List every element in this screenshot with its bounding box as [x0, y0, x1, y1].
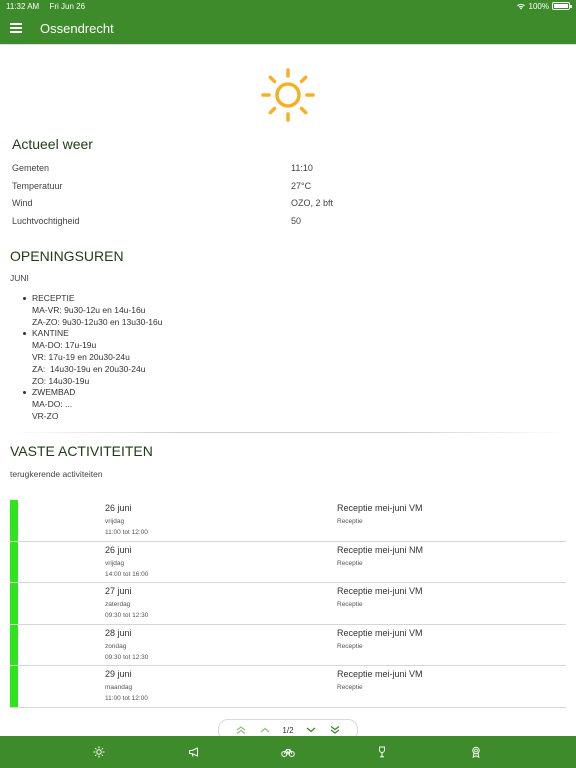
activity-date: 29 juni	[105, 669, 132, 680]
activity-row[interactable]: 26 juni vrijdag 11:00 tot 12:00 Receptie…	[10, 500, 566, 542]
activity-name: Receptie mei-juni VM	[337, 627, 423, 638]
hours-group-name: KANTINE	[32, 328, 69, 339]
activities-title: VASTE ACTIVITEITEN	[10, 443, 153, 459]
weather-row-temperature: Temperatuur 27°C	[12, 181, 564, 197]
hours-group-reception: RECEPTIE MA-VR: 9u30-12u en 14u-16u ZA-Z…	[22, 293, 163, 328]
award-icon	[472, 746, 480, 758]
wine-glass-icon	[379, 746, 385, 758]
activity-day: vrijdag	[105, 518, 125, 525]
activity-day: maandag	[105, 684, 133, 692]
opening-month: JUNI	[10, 273, 29, 283]
activity-date: 26 juni	[105, 503, 132, 513]
activity-category: Receptie	[337, 601, 363, 609]
hours-line: ZA-ZO: 9u30-12u30 en 13u30-16u	[32, 316, 163, 327]
hours-line: MA-VR: 9u30-12u en 14u-16u	[32, 304, 146, 315]
weather-value: OZO, 2 bft	[291, 198, 334, 208]
hours-group-name: ZWEMBAD	[32, 387, 76, 398]
megaphone-icon	[189, 747, 198, 757]
nav-activities[interactable]	[281, 745, 295, 759]
nav-weather[interactable]	[92, 745, 106, 759]
activity-date: 27 juni	[105, 586, 132, 597]
hours-group-name: RECEPTIE	[32, 293, 75, 303]
activity-category: Receptie	[337, 559, 363, 567]
hours-line: ZO: 14u30-19u	[32, 375, 90, 386]
nav-restaurant[interactable]	[375, 745, 389, 759]
wifi-icon	[516, 3, 525, 10]
activity-color-bar	[10, 624, 18, 666]
weather-row-wind: Wind OZO, 2 bft	[12, 198, 564, 214]
activity-row[interactable]: 28 juni zondag 09:30 tot 12:30 Receptie …	[10, 624, 566, 667]
activities-list: 26 juni vrijdag 11:00 tot 12:00 Receptie…	[10, 500, 566, 708]
bicycle-icon	[281, 749, 295, 757]
activity-day: zaterdag	[105, 601, 131, 609]
weather-label: Wind	[12, 198, 33, 208]
weather-value: 11:10	[291, 163, 313, 173]
weather-row-measured: Gemeten 11:10	[12, 163, 564, 179]
activity-color-bar	[10, 541, 18, 583]
activity-name: Receptie mei-juni NM	[337, 544, 424, 555]
activity-row[interactable]: 29 juni maandag 11:00 tot 12:00 Receptie…	[10, 666, 566, 708]
activity-name: Receptie mei-juni VM	[337, 586, 423, 597]
section-divider	[10, 432, 566, 433]
activity-color-bar	[10, 666, 18, 707]
activity-time: 11:00 tot 12:00	[105, 529, 148, 536]
sun-icon	[93, 746, 105, 758]
opening-hours-list: RECEPTIE MA-VR: 9u30-12u en 14u-16u ZA-Z…	[22, 293, 163, 423]
hours-line: ZA: 14u30-19u en 20u30-24u	[32, 363, 146, 374]
activity-time: 11:00 tot 12:00	[105, 695, 148, 703]
status-bar: 11:32 AM Fri Jun 26 100%	[0, 0, 576, 12]
activity-day: vrijdag	[105, 559, 125, 567]
activities-subtitle: terugkerende activiteiten	[10, 469, 103, 479]
next-page-icon[interactable]	[304, 725, 318, 735]
activity-name: Receptie mei-juni VM	[337, 669, 423, 680]
weather-label: Luchtvochtigheid	[12, 215, 80, 226]
activity-row[interactable]: 26 juni vrijdag 14:00 tot 16:00 Receptie…	[10, 541, 566, 584]
activity-color-bar	[10, 500, 18, 541]
previous-page-icon[interactable]	[258, 725, 272, 735]
weather-value: 50	[291, 215, 302, 226]
nav-announcements[interactable]	[187, 745, 201, 759]
bottom-navigation	[0, 736, 576, 768]
status-date: Fri Jun 26	[49, 1, 86, 11]
activity-day: zondag	[105, 642, 127, 650]
hours-line: VR: 17u-19 en 20u30-24u	[32, 351, 130, 362]
activity-category: Receptie	[337, 642, 363, 650]
hours-group-canteen: KANTINE MA-DO: 17u-19u VR: 17u-19 en 20u…	[22, 328, 162, 387]
app-bar-divider	[0, 44, 576, 45]
sun-icon	[261, 68, 315, 122]
activity-date: 26 juni	[105, 544, 132, 555]
battery-icon	[552, 2, 572, 10]
weather-label: Gemeten	[12, 163, 50, 173]
activity-time: 09:30 tot 12:30	[105, 653, 149, 661]
page-title: Ossendrecht	[40, 20, 114, 36]
weather-row-humidity: Luchtvochtigheid 50	[12, 216, 564, 232]
app-bar: Ossendrecht	[0, 12, 576, 44]
hours-line: MA-DO: 17u-19u	[32, 340, 97, 351]
activity-time: 09:30 tot 12:30	[105, 612, 149, 620]
nav-info[interactable]	[469, 745, 483, 759]
battery-percent: 100%	[528, 1, 549, 11]
hours-group-pool: ZWEMBAD MA-DO: ... VR-ZO	[22, 387, 162, 422]
hours-line: MA-DO: ...	[32, 399, 73, 410]
opening-hours-title: OPENINGSUREN	[10, 248, 124, 264]
hours-line: VR-ZO	[32, 410, 59, 421]
activity-name: Receptie mei-juni VM	[337, 503, 423, 513]
weather-label: Temperatuur	[12, 180, 63, 191]
menu-icon[interactable]	[10, 23, 22, 33]
page-indicator: 1/2	[282, 725, 294, 735]
activity-date: 28 juni	[105, 627, 132, 638]
weather-title: Actueel weer	[12, 136, 93, 152]
activity-row[interactable]: 27 juni zaterdag 09:30 tot 12:30 Recepti…	[10, 583, 566, 625]
activity-color-bar	[10, 583, 18, 624]
weather-value: 27°C	[291, 180, 312, 191]
activity-time: 14:00 tot 16:00	[105, 570, 149, 578]
activity-category: Receptie	[337, 518, 363, 525]
last-page-icon[interactable]	[328, 725, 342, 735]
activity-category: Receptie	[337, 684, 363, 692]
status-time: 11:32 AM	[6, 1, 40, 11]
first-page-icon[interactable]	[234, 725, 248, 735]
